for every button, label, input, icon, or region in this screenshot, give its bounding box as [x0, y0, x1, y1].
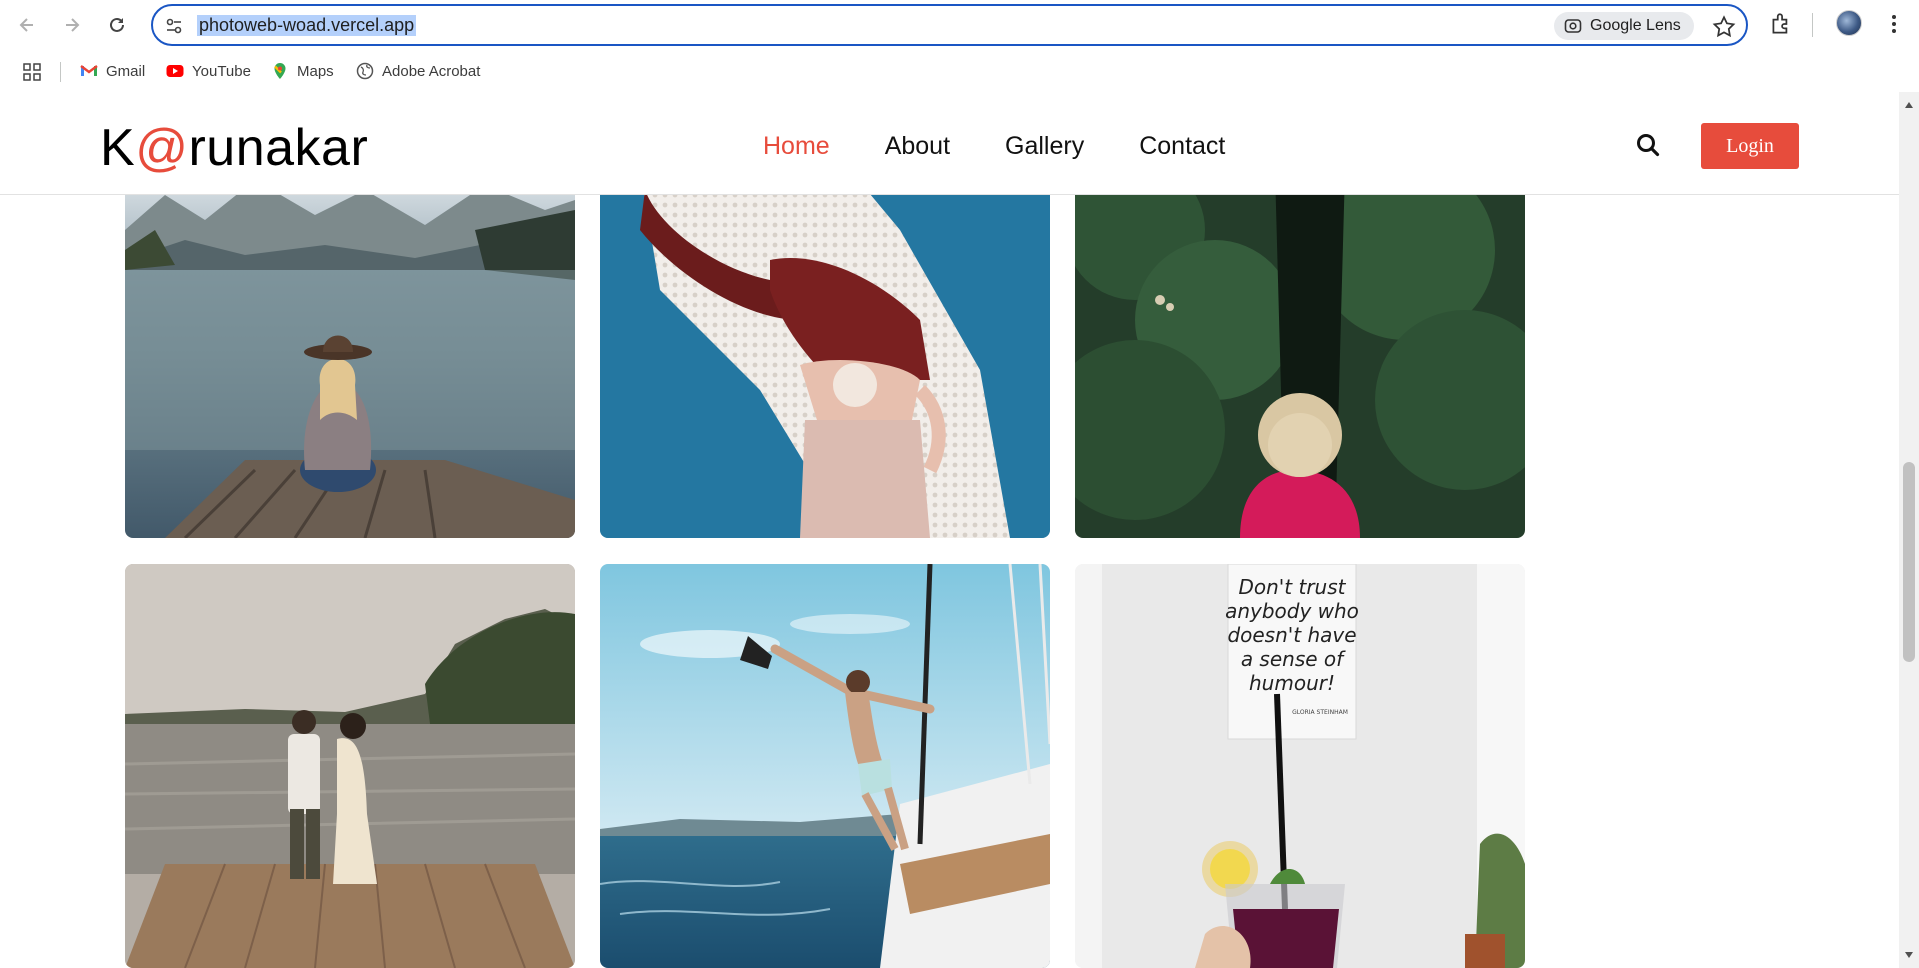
- web-page: K@runakar Home About Gallery Contact Log…: [0, 92, 1899, 968]
- photo-woman-hat-lake: [125, 170, 575, 538]
- gallery-photo-man-sailboat[interactable]: [600, 564, 1050, 968]
- scroll-down-arrow-icon[interactable]: [1905, 952, 1913, 958]
- bookmark-maps[interactable]: Maps: [271, 60, 334, 82]
- poster-line-3: doesn't have: [1227, 623, 1356, 647]
- photo-poster-smoothie: Don't trust anybody who doesn't have a s…: [1075, 564, 1525, 968]
- toolbar-divider: [1812, 13, 1813, 37]
- bookmark-gmail[interactable]: Gmail: [80, 60, 145, 82]
- address-bar[interactable]: photoweb-woad.vercel.app Google Lens: [151, 4, 1748, 46]
- gallery-photo-poster-smoothie[interactable]: Don't trust anybody who doesn't have a s…: [1075, 564, 1525, 968]
- poster-line-4: a sense of: [1241, 647, 1346, 671]
- nav-gallery[interactable]: Gallery: [1005, 132, 1084, 161]
- photo-couple-pier: [125, 564, 575, 968]
- nav-about[interactable]: About: [885, 132, 950, 161]
- reload-icon: [110, 17, 124, 32]
- poster-line-2: anybody who: [1225, 599, 1359, 623]
- forward-arrow-icon: [66, 18, 80, 32]
- back-button[interactable]: [13, 11, 41, 39]
- photo-child-hedge: [1075, 170, 1525, 538]
- bookmark-star-icon[interactable]: [1711, 14, 1737, 40]
- login-button[interactable]: Login: [1701, 123, 1799, 169]
- bookmark-youtube[interactable]: YouTube: [166, 60, 251, 82]
- scroll-up-arrow-icon[interactable]: [1905, 102, 1913, 108]
- poster-author: GLORIA STEINHAM: [1292, 709, 1348, 716]
- bookmarks-bar: Gmail YouTube Maps Adobe Acrobat: [0, 50, 1919, 92]
- google-lens-label: Google Lens: [1590, 17, 1681, 34]
- globe-icon: [356, 62, 374, 80]
- scrollbar-thumb[interactable]: [1903, 462, 1915, 662]
- lens-icon: [1564, 19, 1582, 33]
- more-menu-icon[interactable]: [1884, 10, 1904, 38]
- url-text[interactable]: photoweb-woad.vercel.app: [197, 15, 417, 36]
- search-icon[interactable]: [1635, 132, 1661, 158]
- bookmarks-divider: [60, 62, 61, 82]
- logo-at: @: [135, 119, 189, 177]
- gallery-photo-woman-hat-lake[interactable]: [125, 170, 575, 538]
- nav-contact[interactable]: Contact: [1139, 132, 1225, 161]
- logo-suffix: runakar: [188, 119, 369, 177]
- browser-toolbar: photoweb-woad.vercel.app Google Lens: [0, 0, 1919, 50]
- gmail-icon: [80, 65, 98, 76]
- apps-grid-icon[interactable]: [22, 62, 42, 82]
- back-arrow-icon: [19, 18, 33, 32]
- photo-lace-veil: [600, 170, 1050, 538]
- bookmark-adobe-acrobat[interactable]: Adobe Acrobat: [356, 60, 480, 82]
- site-logo[interactable]: K@runakar: [100, 118, 368, 178]
- extensions-icon[interactable]: [1768, 11, 1794, 37]
- bookmark-label: Gmail: [106, 62, 146, 80]
- google-lens-button[interactable]: Google Lens: [1554, 12, 1694, 40]
- main-nav: Home About Gallery Contact: [763, 132, 1225, 161]
- gallery-photo-child-hedge[interactable]: [1075, 170, 1525, 538]
- gallery-photo-couple-pier[interactable]: [125, 564, 575, 968]
- logo-prefix: K: [100, 119, 136, 177]
- bookmark-label: Adobe Acrobat: [382, 62, 481, 80]
- bookmark-label: Maps: [297, 62, 334, 80]
- bookmark-label: YouTube: [192, 62, 251, 80]
- poster-line-1: Don't trust: [1238, 575, 1346, 599]
- profile-avatar[interactable]: [1836, 10, 1862, 36]
- photo-man-sailboat: [600, 564, 1050, 968]
- nav-home[interactable]: Home: [763, 132, 830, 161]
- page-scrollbar[interactable]: [1899, 92, 1919, 968]
- maps-icon: [274, 63, 286, 79]
- site-settings-icon[interactable]: [164, 16, 184, 36]
- youtube-icon: [166, 65, 184, 77]
- poster-line-5: humour!: [1249, 671, 1335, 695]
- reload-button[interactable]: [103, 11, 131, 39]
- gallery-photo-lace-veil[interactable]: [600, 170, 1050, 538]
- site-header: K@runakar Home About Gallery Contact Log…: [0, 92, 1899, 195]
- forward-button[interactable]: [58, 11, 86, 39]
